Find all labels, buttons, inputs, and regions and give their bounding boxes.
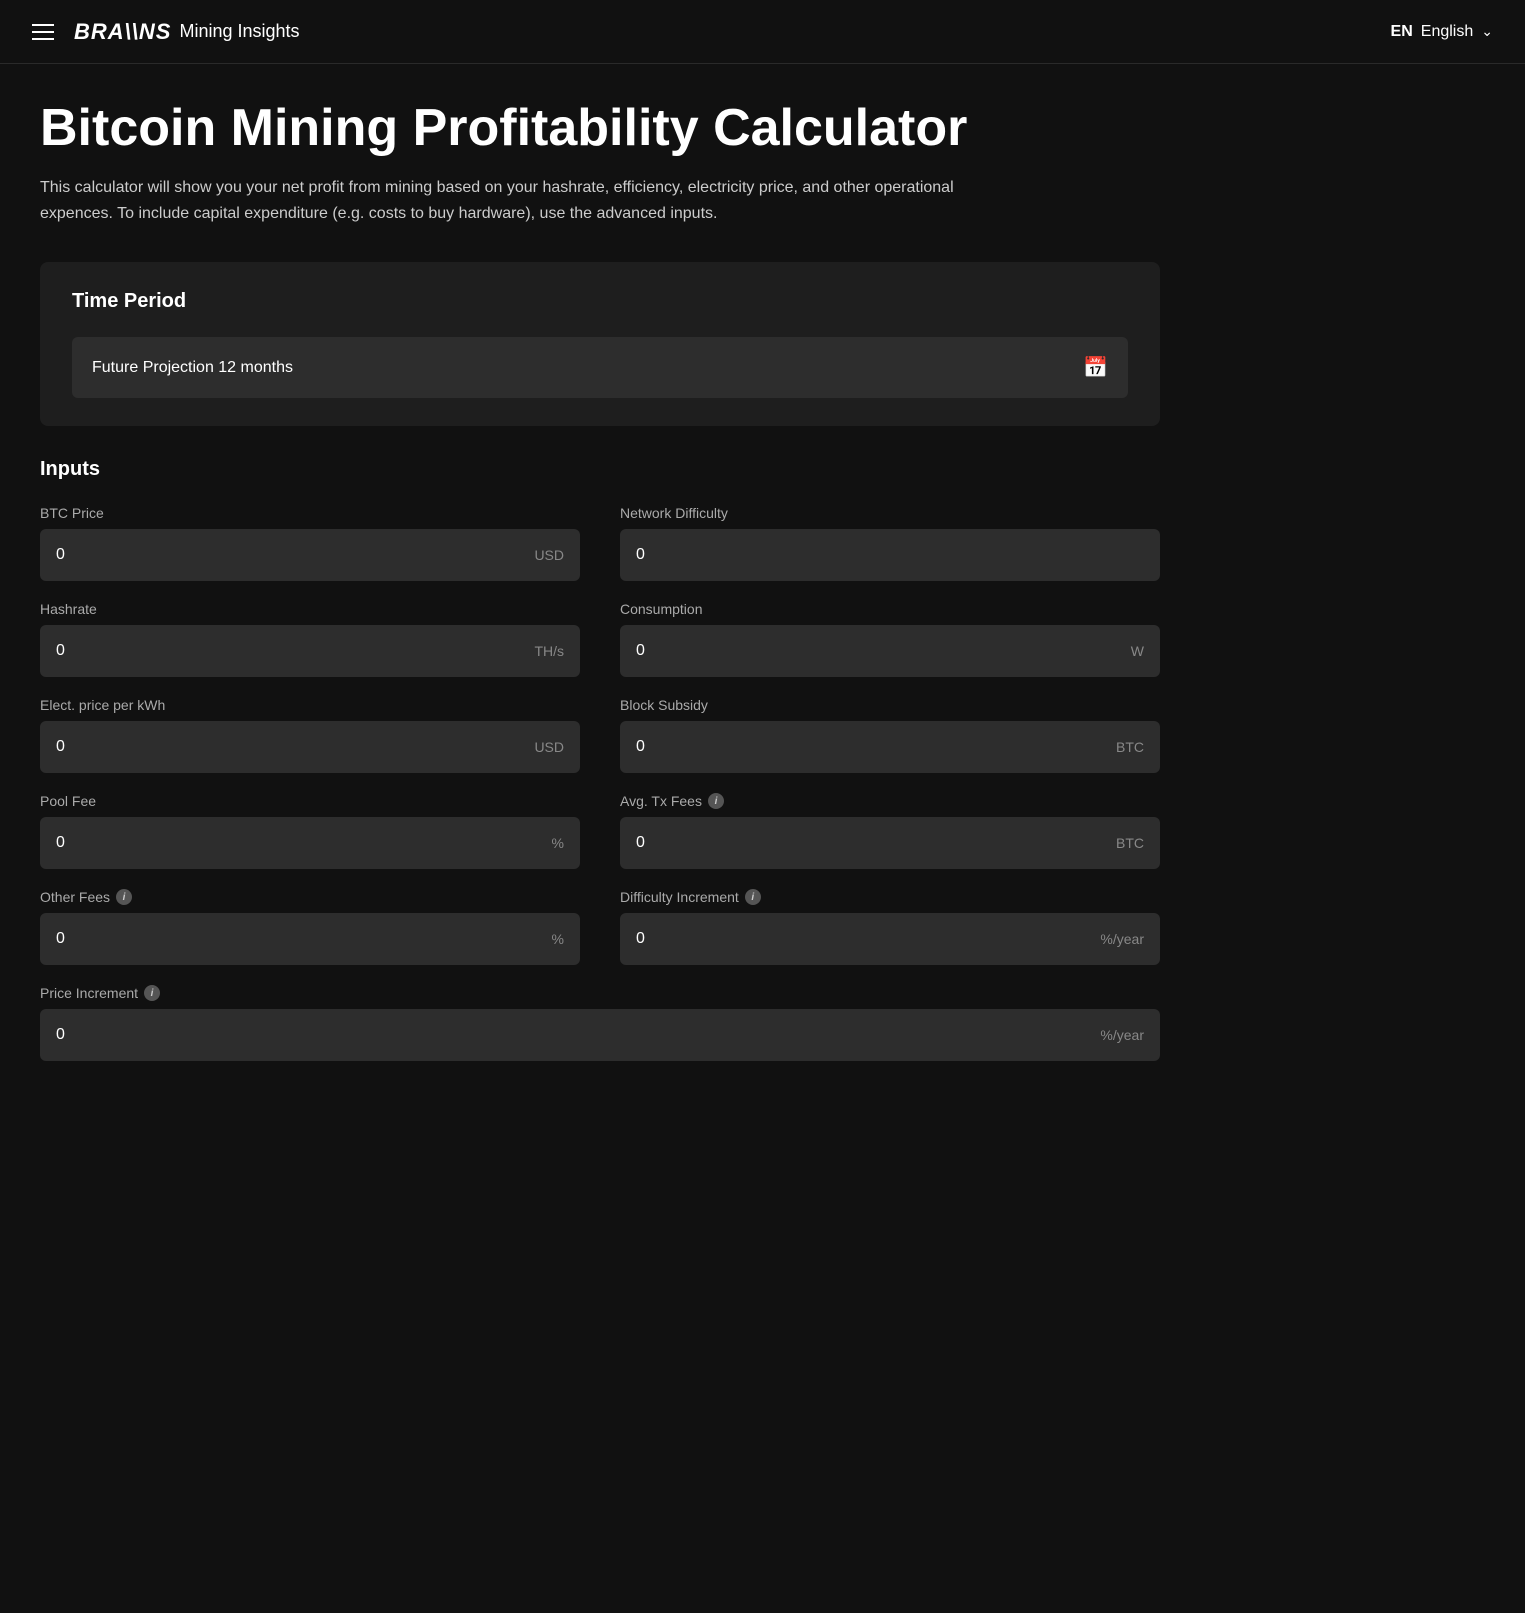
unit-avg-tx-fees: BTC: [1116, 835, 1144, 851]
input-group-price-increment: Price Incrementi %/year: [40, 985, 1160, 1061]
field-wrapper-avg-tx-fees: BTC: [620, 817, 1160, 869]
input-group-avg-tx-fees: Avg. Tx Feesi BTC: [620, 793, 1160, 869]
input-elect-price[interactable]: [56, 738, 526, 756]
unit-other-fees: %: [552, 931, 564, 947]
field-wrapper-hashrate: TH/s: [40, 625, 580, 677]
field-wrapper-difficulty-increment: %/year: [620, 913, 1160, 965]
unit-pool-fee: %: [552, 835, 564, 851]
input-network-difficulty[interactable]: [636, 546, 1144, 564]
inputs-section: Inputs BTC Price USD Network Difficulty Has…: [40, 458, 1160, 1081]
page-description: This calculator will show you your net p…: [40, 175, 1000, 226]
label-hashrate: Hashrate: [40, 601, 580, 617]
menu-button[interactable]: [32, 24, 54, 40]
label-elect-price: Elect. price per kWh: [40, 697, 580, 713]
input-hashrate[interactable]: [56, 642, 526, 660]
language-code: EN: [1391, 23, 1413, 41]
input-group-network-difficulty: Network Difficulty: [620, 505, 1160, 581]
time-period-value: Future Projection 12 months: [92, 359, 293, 377]
input-price-increment[interactable]: [56, 1026, 1092, 1044]
input-difficulty-increment[interactable]: [636, 930, 1092, 948]
input-consumption[interactable]: [636, 642, 1123, 660]
logo: BRA\\NS Mining Insights: [74, 19, 300, 45]
page-title: Bitcoin Mining Profitability Calculator: [40, 100, 1160, 157]
input-group-pool-fee: Pool Fee%: [40, 793, 580, 869]
field-wrapper-btc-price: USD: [40, 529, 580, 581]
input-group-hashrate: Hashrate TH/s: [40, 601, 580, 677]
unit-consumption: W: [1131, 643, 1144, 659]
label-network-difficulty: Network Difficulty: [620, 505, 1160, 521]
language-label: English: [1421, 23, 1473, 41]
field-wrapper-other-fees: %: [40, 913, 580, 965]
unit-btc-price: USD: [534, 547, 564, 563]
unit-price-increment: %/year: [1100, 1027, 1144, 1043]
header-left: BRA\\NS Mining Insights: [32, 19, 300, 45]
unit-hashrate: TH/s: [534, 643, 564, 659]
label-pool-fee: Pool Fee: [40, 793, 580, 809]
label-block-subsidy: Block Subsidy: [620, 697, 1160, 713]
field-wrapper-price-increment: %/year: [40, 1009, 1160, 1061]
input-group-btc-price: BTC Price USD: [40, 505, 580, 581]
info-icon-difficulty-increment[interactable]: i: [745, 889, 761, 905]
time-period-section: Time Period Future Projection 12 months …: [40, 262, 1160, 426]
info-icon-price-increment[interactable]: i: [144, 985, 160, 1001]
label-avg-tx-fees: Avg. Tx Feesi: [620, 793, 1160, 809]
label-btc-price: BTC Price: [40, 505, 580, 521]
label-consumption: Consumption: [620, 601, 1160, 617]
inputs-grid: BTC Price USD Network Difficulty Hashrate TH…: [40, 505, 1160, 1081]
language-selector[interactable]: EN English ⌄: [1391, 23, 1493, 41]
main-content: Bitcoin Mining Profitability Calculator …: [0, 64, 1200, 1117]
input-group-consumption: Consumption W: [620, 601, 1160, 677]
input-pool-fee[interactable]: [56, 834, 544, 852]
logo-subtitle: Mining Insights: [179, 21, 299, 42]
field-wrapper-pool-fee: %: [40, 817, 580, 869]
header: BRA\\NS Mining Insights EN English ⌄: [0, 0, 1525, 64]
logo-brains: BRA\\NS: [74, 19, 171, 45]
input-group-elect-price: Elect. price per kWh USD: [40, 697, 580, 773]
label-difficulty-increment: Difficulty Incrementi: [620, 889, 1160, 905]
chevron-down-icon: ⌄: [1481, 23, 1493, 40]
label-other-fees: Other Feesi: [40, 889, 580, 905]
info-icon-avg-tx-fees[interactable]: i: [708, 793, 724, 809]
input-btc-price[interactable]: [56, 546, 526, 564]
field-wrapper-consumption: W: [620, 625, 1160, 677]
inputs-title: Inputs: [40, 458, 1160, 481]
field-wrapper-block-subsidy: BTC: [620, 721, 1160, 773]
time-period-dropdown[interactable]: Future Projection 12 months 📅: [72, 337, 1128, 398]
field-wrapper-network-difficulty: [620, 529, 1160, 581]
input-avg-tx-fees[interactable]: [636, 834, 1108, 852]
time-period-title: Time Period: [72, 290, 1128, 313]
unit-block-subsidy: BTC: [1116, 739, 1144, 755]
input-other-fees[interactable]: [56, 930, 544, 948]
unit-difficulty-increment: %/year: [1100, 931, 1144, 947]
label-price-increment: Price Incrementi: [40, 985, 1160, 1001]
input-group-difficulty-increment: Difficulty Incrementi %/year: [620, 889, 1160, 965]
field-wrapper-elect-price: USD: [40, 721, 580, 773]
input-block-subsidy[interactable]: [636, 738, 1108, 756]
info-icon-other-fees[interactable]: i: [116, 889, 132, 905]
calendar-icon: 📅: [1083, 355, 1108, 380]
unit-elect-price: USD: [534, 739, 564, 755]
input-group-other-fees: Other Feesi%: [40, 889, 580, 965]
input-group-block-subsidy: Block Subsidy BTC: [620, 697, 1160, 773]
